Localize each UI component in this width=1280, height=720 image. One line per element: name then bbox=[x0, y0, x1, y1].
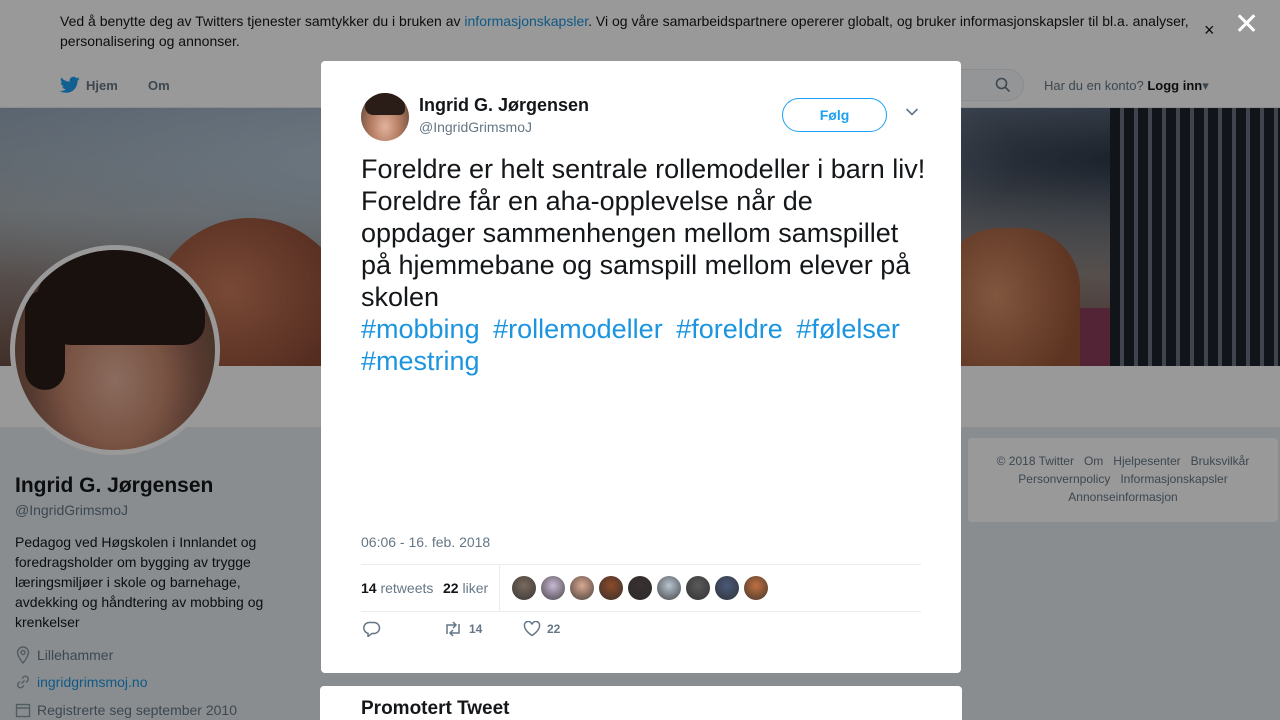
liker-avatar[interactable] bbox=[715, 576, 739, 600]
like-count: 22 bbox=[547, 622, 561, 636]
tweet-actions: 14 22 bbox=[361, 621, 921, 645]
stats-divider bbox=[499, 565, 500, 611]
retweets-count: 14 bbox=[361, 580, 377, 596]
heart-icon bbox=[523, 621, 541, 637]
tweet-hashtags: #mobbing #rollemodeller #foreldre #følel… bbox=[361, 313, 931, 377]
tweet-author-name[interactable]: Ingrid G. Jørgensen bbox=[419, 95, 589, 116]
chevron-down-icon[interactable] bbox=[905, 107, 919, 117]
liker-avatar[interactable] bbox=[570, 576, 594, 600]
reply-icon bbox=[363, 621, 381, 637]
retweets-stat[interactable]: 14 retweets bbox=[361, 580, 433, 596]
hashtag-link[interactable]: #rollemodeller bbox=[493, 314, 663, 344]
liker-avatar[interactable] bbox=[686, 576, 710, 600]
tweet-timestamp[interactable]: 06:06 - 16. feb. 2018 bbox=[361, 534, 490, 550]
promoted-tweet-card: Promotert Tweet bbox=[320, 686, 962, 720]
hashtag-link[interactable]: #følelser bbox=[796, 314, 900, 344]
hashtag-link[interactable]: #mobbing bbox=[361, 314, 480, 344]
tweet-author-handle[interactable]: @IngridGrimsmoJ bbox=[419, 119, 532, 135]
liker-avatar[interactable] bbox=[628, 576, 652, 600]
liker-avatar[interactable] bbox=[744, 576, 768, 600]
likes-count: 22 bbox=[443, 580, 459, 596]
retweet-button[interactable]: 14 bbox=[443, 621, 482, 637]
liker-avatar[interactable] bbox=[541, 576, 565, 600]
retweet-count: 14 bbox=[469, 622, 483, 636]
like-button[interactable]: 22 bbox=[523, 621, 560, 637]
close-icon[interactable]: ✕ bbox=[1234, 10, 1259, 40]
likes-label: liker bbox=[462, 580, 489, 596]
tweet-stats: 14 retweets 22 liker bbox=[361, 564, 921, 612]
retweet-icon bbox=[446, 621, 460, 637]
tweet-modal: Ingrid G. Jørgensen @IngridGrimsmoJ Følg… bbox=[321, 61, 961, 673]
liker-avatars bbox=[512, 576, 768, 600]
promoted-tweet-title: Promotert Tweet bbox=[361, 698, 510, 719]
hashtag-link[interactable]: #foreldre bbox=[676, 314, 783, 344]
follow-button[interactable]: Følg bbox=[782, 98, 887, 132]
liker-avatar[interactable] bbox=[657, 576, 681, 600]
tweet-text: Foreldre er helt sentrale rollemodeller … bbox=[361, 154, 926, 312]
liker-avatar[interactable] bbox=[599, 576, 623, 600]
liker-avatar[interactable] bbox=[512, 576, 536, 600]
hashtag-link[interactable]: #mestring bbox=[361, 346, 480, 376]
reply-button[interactable] bbox=[363, 621, 381, 637]
tweet-author-avatar[interactable] bbox=[361, 93, 409, 141]
retweets-label: retweets bbox=[380, 580, 434, 596]
likes-stat[interactable]: 22 liker bbox=[443, 580, 488, 596]
